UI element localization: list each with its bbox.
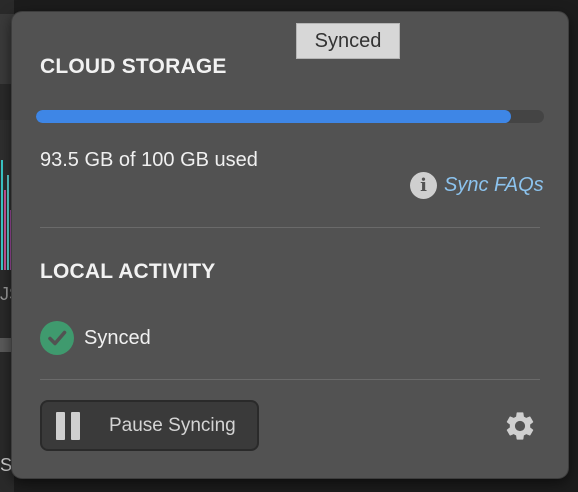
sync-faqs-link[interactable]: i Sync FAQs	[410, 172, 544, 199]
pause-icon	[54, 411, 82, 440]
sync-status-row: Synced	[40, 321, 151, 355]
check-circle-icon	[40, 321, 74, 355]
pause-syncing-button[interactable]: Pause Syncing	[40, 400, 259, 451]
divider	[40, 227, 540, 228]
pause-syncing-label: Pause Syncing	[109, 414, 236, 436]
storage-progress-fill	[36, 110, 511, 123]
gear-icon[interactable]	[503, 409, 537, 443]
storage-progress-bar	[36, 110, 544, 123]
local-activity-title: LOCAL ACTIVITY	[40, 260, 216, 283]
background-text: S	[0, 455, 13, 475]
divider	[40, 379, 540, 380]
sync-status-text: Synced	[84, 326, 151, 349]
synced-tooltip: Synced	[296, 23, 400, 59]
sync-faqs-label: Sync FAQs	[444, 174, 544, 196]
cloud-storage-title: CLOUD STORAGE	[40, 55, 227, 78]
info-icon: i	[410, 172, 437, 199]
storage-usage-text: 93.5 GB of 100 GB used	[40, 149, 258, 171]
